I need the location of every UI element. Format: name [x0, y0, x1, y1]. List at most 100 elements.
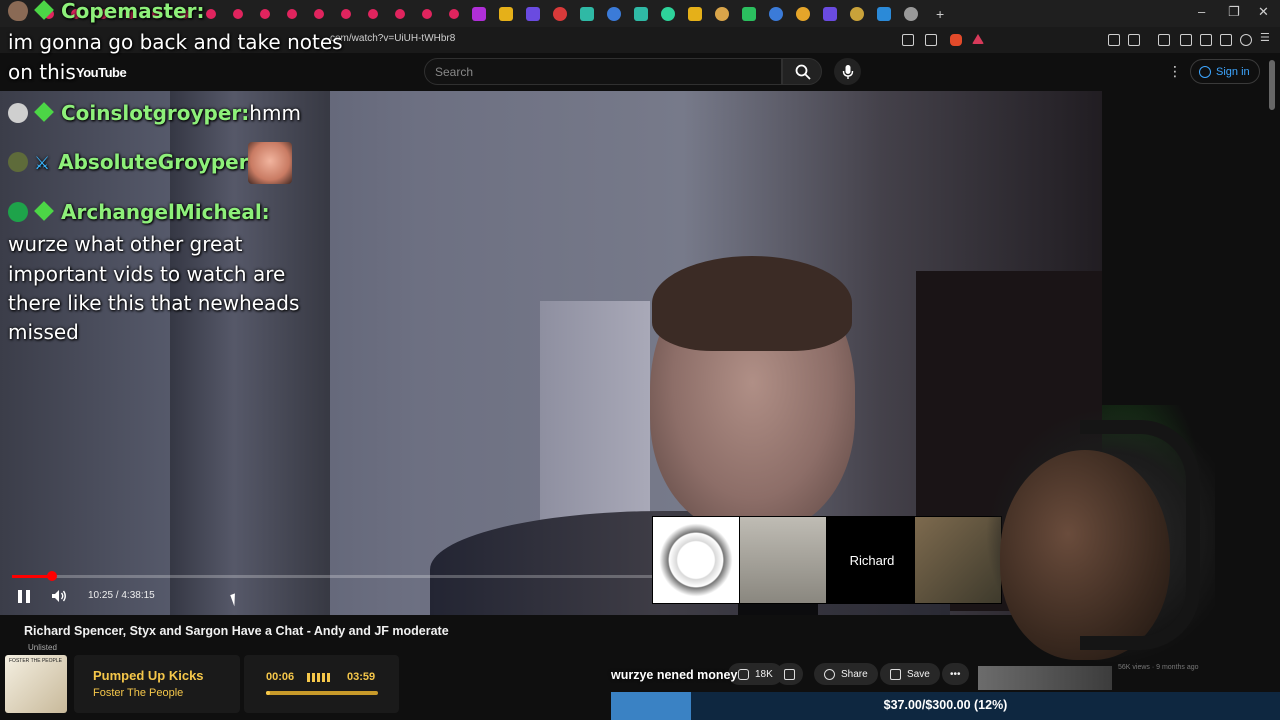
statue-image [740, 517, 826, 603]
page-tab-icon[interactable] [877, 6, 891, 21]
more-icon: ••• [950, 668, 961, 680]
search-icon [795, 64, 811, 80]
sword-badge-icon: ⚔ [34, 153, 51, 174]
twitch-tab-icon[interactable] [472, 6, 486, 21]
share-button[interactable]: Share [814, 663, 878, 685]
equalizer-icon [307, 673, 330, 682]
globe-tab-icon[interactable] [607, 6, 621, 21]
share-icon[interactable] [925, 34, 937, 46]
donation-goal-text: $37.00/$300.00 (12%) [883, 698, 1008, 712]
vpn-icon[interactable] [1240, 34, 1252, 46]
youtube-tab-icon[interactable] [260, 8, 270, 19]
kick-badge-icon [8, 202, 28, 222]
arrow-tab-icon[interactable] [850, 6, 864, 21]
youtube-tab-icon[interactable] [368, 8, 378, 19]
page-scrollbar[interactable] [1269, 60, 1275, 110]
progress-bar-played [12, 575, 52, 578]
microphone-icon [842, 65, 854, 79]
chat-username: AbsoluteGroyper: [58, 150, 257, 174]
youtube-tab-icon[interactable] [233, 8, 243, 19]
chat-message: ⚔ AbsoluteGroyper: [8, 148, 257, 179]
extension-icon[interactable] [1108, 34, 1120, 46]
like-count: 18K [755, 668, 773, 680]
sign-in-label: Sign in [1216, 65, 1250, 78]
bookmark-icon [890, 668, 901, 680]
shield-tab-icon[interactable] [742, 6, 756, 21]
coin-tab-icon[interactable] [796, 6, 810, 21]
chat-message: ArchangelMicheal: [8, 198, 270, 228]
chat-username: Copemaster: [61, 0, 205, 23]
chat-message-text: im gonna go back and take notes [8, 30, 343, 54]
song-duration: 03:59 [347, 671, 376, 683]
save-button[interactable]: Save [880, 663, 940, 685]
sign-in-button[interactable]: Sign in [1190, 59, 1260, 84]
rewards-icon[interactable] [972, 34, 984, 44]
new-tab-button[interactable]: + [936, 6, 944, 22]
youtube-tab-icon[interactable] [206, 8, 216, 19]
url-text[interactable]: com/watch?v=UiUH-tWHbr8 [330, 33, 455, 44]
page-tab-icon[interactable] [580, 6, 594, 21]
page-tab-icon[interactable] [634, 6, 648, 21]
chat-badge-icon [34, 0, 54, 20]
sidebar-icon[interactable] [1180, 34, 1192, 46]
menu-icon[interactable]: ☰ [1260, 31, 1272, 44]
youtube-tab-icon[interactable] [287, 8, 297, 19]
more-actions-button[interactable]: ••• [942, 663, 969, 685]
youtube-tab-icon[interactable] [341, 8, 351, 19]
thumbs-down-icon [784, 668, 795, 680]
pause-icon[interactable] [18, 590, 30, 603]
minimize-button[interactable]: – [1198, 4, 1205, 19]
chat-username: ArchangelMicheal: [61, 200, 270, 224]
chatgpt-tab-icon[interactable] [661, 6, 675, 21]
youtube-tab-icon[interactable] [314, 8, 324, 19]
thumbs-up-icon [738, 668, 749, 680]
youtube-tab-icon[interactable] [395, 8, 405, 19]
overlay-card-name: Richard [849, 553, 895, 568]
more-options-icon[interactable]: ⋮ [1168, 63, 1182, 80]
youtube-tab-icon[interactable] [449, 8, 459, 19]
chat-badge-icon [34, 102, 54, 122]
voice-search-button[interactable] [834, 58, 861, 85]
donation-alert: wurzye nened money [611, 668, 738, 682]
related-video-meta: 56K views · 9 months ago [1118, 664, 1199, 671]
related-video-thumbnail[interactable] [978, 666, 1112, 690]
music-icon[interactable] [1158, 34, 1170, 46]
chat-badge-icon [34, 201, 54, 221]
maximize-button[interactable]: ❐ [1228, 4, 1240, 20]
emoji-tab-icon[interactable] [715, 6, 729, 21]
progress-scrubber[interactable] [47, 571, 57, 581]
folder-tab-icon[interactable] [499, 6, 513, 21]
globe-tab-icon[interactable] [769, 6, 783, 21]
song-progress-fill [266, 691, 270, 695]
wallet-icon[interactable] [1200, 34, 1212, 46]
youtube-logo[interactable]: YouTube [76, 65, 127, 80]
puzzle-icon[interactable] [1220, 34, 1232, 46]
chat-message-text: wurze what other great [8, 232, 243, 256]
brave-shield-icon[interactable] [950, 34, 962, 46]
play-tab-icon[interactable] [823, 6, 837, 21]
globe-tab-icon[interactable] [904, 6, 918, 21]
folder-tab-icon[interactable] [688, 6, 702, 21]
album-art-caption: FOSTER THE PEOPLE [9, 658, 62, 664]
v-tab-icon[interactable] [553, 6, 567, 21]
video-subject-hair [652, 256, 852, 351]
cast-icon[interactable] [902, 34, 914, 46]
chat-message-text: hmm [249, 101, 301, 125]
search-input[interactable]: Search [424, 58, 782, 85]
youtube-tab-icon[interactable] [422, 8, 432, 19]
chat-message-text: important vids to watch are [8, 262, 286, 286]
search-button[interactable] [782, 58, 822, 85]
chat-username: Coinslotgroyper: [61, 101, 250, 125]
chat-message: Copemaster: [8, 0, 205, 27]
save-label: Save [907, 668, 930, 680]
screen: + – ❐ ✕ com/watch?v=UiUH-tWHbr8 ☰ YouTub… [0, 0, 1280, 720]
chat-message-text: there like this that newheads [8, 291, 300, 315]
extension-icon[interactable] [1128, 34, 1140, 46]
close-button[interactable]: ✕ [1258, 4, 1269, 20]
dislike-button[interactable] [776, 663, 803, 685]
chat-emote [248, 142, 292, 184]
now-playing-panel [74, 655, 240, 713]
play-tab-icon[interactable] [526, 6, 540, 21]
ouroboros-image [653, 517, 739, 603]
volume-icon[interactable] [51, 589, 67, 603]
